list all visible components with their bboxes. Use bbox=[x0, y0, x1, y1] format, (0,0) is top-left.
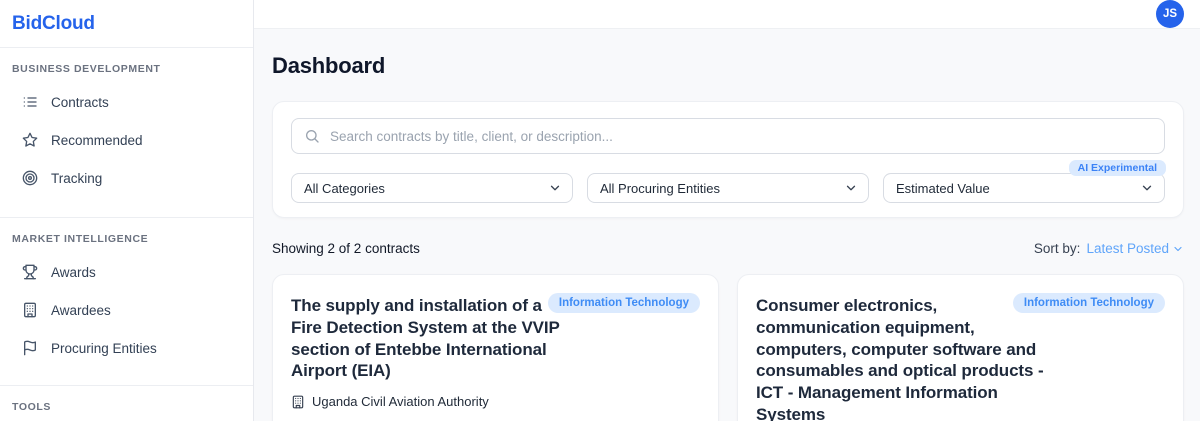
contract-title[interactable]: Consumer electronics, communication equi… bbox=[756, 295, 1050, 421]
page-title: Dashboard bbox=[272, 53, 386, 78]
sidebar-item-tracking[interactable]: Tracking bbox=[0, 159, 253, 197]
sidebar-item-label: Recommended bbox=[51, 132, 143, 148]
nav-market-intelligence: Awards Awardees Procuring Entities bbox=[0, 253, 253, 367]
contract-cards-grid: Information Technology The supply and in… bbox=[272, 274, 1184, 421]
contract-card[interactable]: Information Technology Consumer electron… bbox=[737, 274, 1184, 421]
procuring-entity-filter-value: All Procuring Entities bbox=[600, 180, 720, 196]
topbar: JS bbox=[254, 0, 1200, 29]
sidebar-item-label: Tracking bbox=[51, 170, 103, 186]
search-input[interactable] bbox=[291, 118, 1165, 154]
sidebar-item-contracts[interactable]: Contracts bbox=[0, 83, 253, 121]
target-icon bbox=[22, 170, 38, 186]
section-label-tools: TOOLS bbox=[12, 401, 51, 413]
search-box bbox=[291, 118, 1165, 154]
sidebar-item-label: Contracts bbox=[51, 94, 109, 110]
search-icon bbox=[304, 128, 320, 144]
section-label-business-development: BUSINESS DEVELOPMENT bbox=[12, 63, 161, 75]
building-icon bbox=[291, 395, 305, 409]
sort-value-dropdown[interactable]: Latest Posted bbox=[1086, 241, 1184, 256]
results-count: Showing 2 of 2 contracts bbox=[272, 241, 420, 256]
brand-logo[interactable]: BidCloud bbox=[12, 13, 241, 35]
entity-row: Uganda Civil Aviation Authority bbox=[291, 394, 700, 409]
main-area: JS Dashboard All Categories All Procurin… bbox=[254, 0, 1200, 421]
logo-container: BidCloud bbox=[0, 0, 253, 48]
entity-name: Uganda Civil Aviation Authority bbox=[312, 394, 489, 409]
sidebar-item-label: Procuring Entities bbox=[51, 340, 157, 356]
chevron-down-icon bbox=[1174, 246, 1182, 251]
results-row: Showing 2 of 2 contracts Sort by: Latest… bbox=[272, 241, 1184, 256]
chevron-down-icon bbox=[1140, 181, 1154, 195]
contract-card[interactable]: Information Technology The supply and in… bbox=[272, 274, 719, 421]
sidebar-item-recommended[interactable]: Recommended bbox=[0, 121, 253, 159]
nav-business-development: Contracts Recommended Tracking bbox=[0, 83, 253, 197]
ai-experimental-badge: AI Experimental bbox=[1068, 160, 1166, 176]
sort-control: Sort by: Latest Posted bbox=[1034, 241, 1184, 256]
sort-label: Sort by: bbox=[1033, 241, 1081, 256]
trophy-icon bbox=[22, 264, 38, 280]
filter-panel: All Categories All Procuring Entities AI… bbox=[272, 101, 1184, 218]
avatar[interactable]: JS bbox=[1156, 0, 1184, 28]
category-badge: Information Technology bbox=[547, 293, 700, 313]
sidebar-item-procuring-entities[interactable]: Procuring Entities bbox=[0, 329, 253, 367]
sidebar: BidCloud BUSINESS DEVELOPMENT Contracts … bbox=[0, 0, 254, 421]
sidebar-item-label: Awards bbox=[51, 264, 96, 280]
building-icon bbox=[22, 302, 38, 318]
procuring-entity-filter-select[interactable]: All Procuring Entities bbox=[587, 173, 869, 203]
sort-value-text: Latest Posted bbox=[1086, 241, 1169, 256]
section-label-market-intelligence: MARKET INTELLIGENCE bbox=[12, 233, 149, 245]
sidebar-divider bbox=[0, 385, 253, 386]
category-filter-select[interactable]: All Categories bbox=[291, 173, 573, 203]
flag-icon bbox=[22, 340, 38, 356]
category-badge: Information Technology bbox=[1012, 293, 1165, 313]
contract-title[interactable]: The supply and installation of a Fire De… bbox=[291, 295, 569, 382]
list-icon bbox=[22, 94, 38, 110]
estimated-value-filter-select[interactable]: AI Experimental Estimated Value bbox=[883, 160, 1166, 203]
star-icon bbox=[22, 132, 38, 148]
sidebar-item-awardees[interactable]: Awardees bbox=[0, 291, 253, 329]
category-filter-value: All Categories bbox=[304, 180, 385, 196]
sidebar-item-label: Awardees bbox=[51, 302, 111, 318]
chevron-down-icon bbox=[548, 181, 562, 195]
estimated-value-filter-value: Estimated Value bbox=[896, 180, 990, 196]
content: Dashboard All Categories All Procuring E… bbox=[254, 29, 1200, 421]
filters-row: All Categories All Procuring Entities AI… bbox=[291, 160, 1166, 203]
chevron-down-icon bbox=[844, 181, 858, 195]
sidebar-divider bbox=[0, 217, 253, 218]
sidebar-item-awards[interactable]: Awards bbox=[0, 253, 253, 291]
